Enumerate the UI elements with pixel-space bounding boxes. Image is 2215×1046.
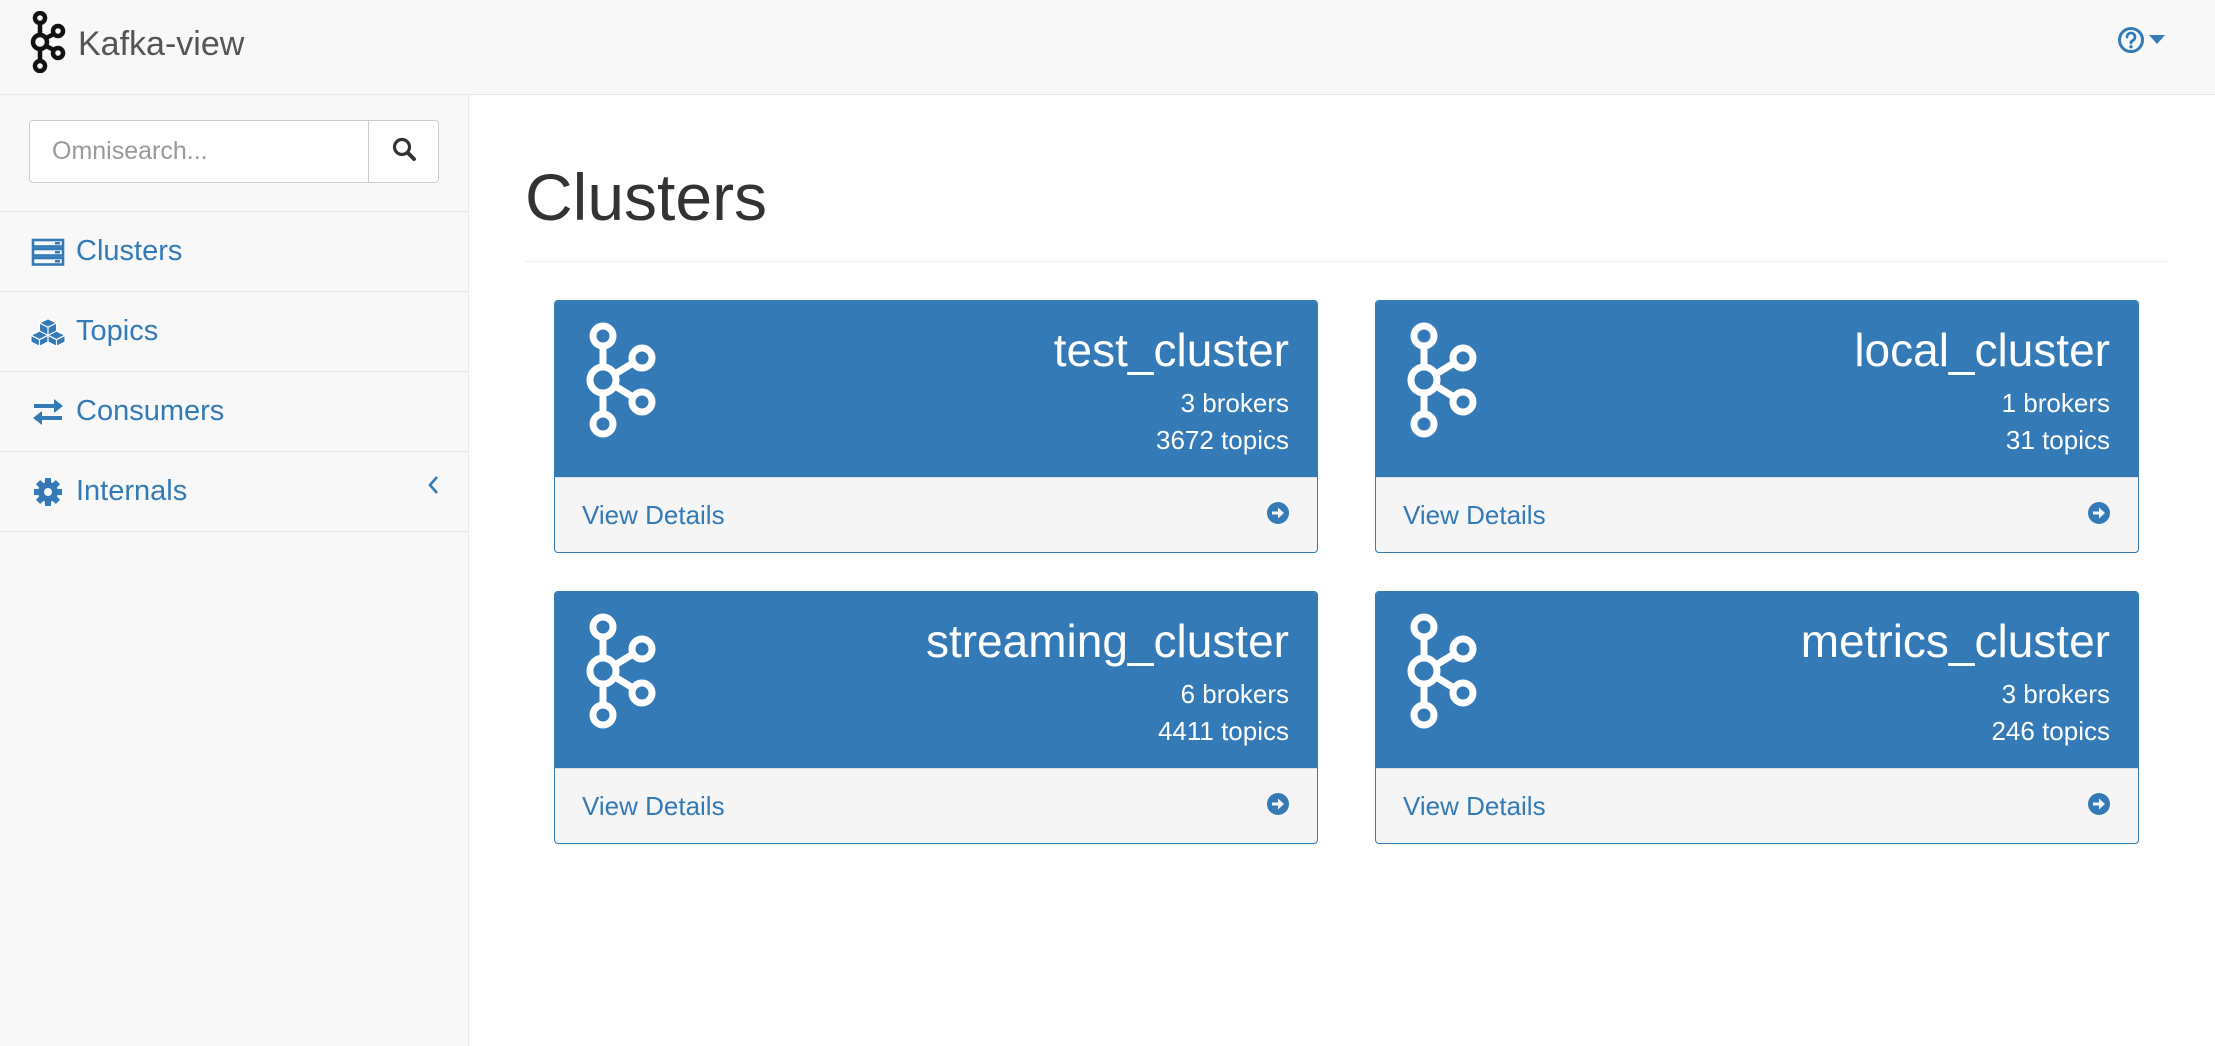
kafka-logo-icon (28, 10, 68, 78)
kafka-cluster-icon (1404, 612, 1480, 737)
view-details-link[interactable]: View Details (555, 477, 1317, 552)
exchange-icon (30, 394, 66, 430)
arrow-circle-right-icon (2087, 792, 2111, 821)
omnisearch-form (29, 120, 439, 183)
kafka-cluster-icon (1404, 321, 1480, 446)
view-details-link[interactable]: View Details (1376, 477, 2138, 552)
chevron-left-icon[interactable] (426, 474, 440, 501)
cluster-panel-metrics-cluster: metrics_cluster 3 brokers 246 topics Vie… (1375, 591, 2139, 844)
kafka-cluster-icon (583, 321, 659, 446)
question-circle-icon (2117, 26, 2145, 54)
broker-count: 3 brokers (2001, 679, 2110, 709)
sidebar: Clusters Topi (0, 95, 469, 1046)
cluster-panel-local-cluster: local_cluster 1 brokers 31 topics View D… (1375, 300, 2139, 553)
cluster-name: test_cluster (1053, 324, 1289, 376)
panel-heading: local_cluster 1 brokers 31 topics (1376, 301, 2138, 477)
sidebar-nav: Clusters Topics Consumers Internals (0, 211, 468, 532)
help-dropdown[interactable] (2117, 26, 2165, 54)
kafka-cluster-icon (583, 612, 659, 737)
broker-count: 3 brokers (1180, 388, 1289, 418)
panel-heading: streaming_cluster 6 brokers 4411 topics (555, 592, 1317, 768)
topic-count: 4411 topics (1157, 716, 1289, 746)
view-details-link[interactable]: View Details (555, 768, 1317, 843)
sidebar-item-label: Internals (76, 475, 188, 507)
view-details-label: View Details (582, 791, 725, 821)
gear-icon (30, 474, 66, 510)
topic-count: 3672 topics (1156, 425, 1289, 455)
cluster-name: metrics_cluster (1800, 615, 2110, 667)
cubes-icon (30, 314, 66, 350)
app-title: Kafka-view (78, 24, 245, 63)
sidebar-item-label: Consumers (76, 395, 225, 427)
sidebar-item-label: Clusters (76, 235, 183, 267)
broker-count: 6 brokers (1180, 679, 1289, 709)
sidebar-item-internals[interactable]: Internals (0, 451, 468, 532)
search-icon (391, 136, 417, 167)
broker-count: 1 brokers (2001, 388, 2110, 418)
view-details-link[interactable]: View Details (1376, 768, 2138, 843)
title-divider (525, 261, 2168, 262)
search-input[interactable] (29, 120, 369, 183)
cluster-name: streaming_cluster (925, 615, 1289, 667)
panel-heading: metrics_cluster 3 brokers 246 topics (1376, 592, 2138, 768)
view-details-label: View Details (1403, 791, 1546, 821)
sidebar-item-clusters[interactable]: Clusters (0, 211, 468, 291)
sidebar-item-consumers[interactable]: Consumers (0, 371, 468, 451)
page-title: Clusters (525, 160, 768, 234)
arrow-circle-right-icon (1266, 501, 1290, 530)
topic-count: 31 topics (2005, 425, 2110, 455)
arrow-circle-right-icon (2087, 501, 2111, 530)
brand[interactable]: Kafka-view (28, 10, 245, 74)
view-details-label: View Details (1403, 500, 1546, 530)
cluster-panel-test-cluster: test_cluster 3 brokers 3672 topics View … (554, 300, 1318, 553)
panel-heading: test_cluster 3 brokers 3672 topics (555, 301, 1317, 477)
caret-down-icon (2149, 35, 2165, 45)
search-button[interactable] (369, 120, 439, 183)
top-navbar: Kafka-view (0, 0, 2215, 95)
cluster-name: local_cluster (1854, 324, 2110, 376)
view-details-label: View Details (582, 500, 725, 530)
sidebar-item-label: Topics (76, 315, 159, 347)
topic-count: 246 topics (1991, 716, 2110, 746)
arrow-circle-right-icon (1266, 792, 1290, 821)
cluster-panel-streaming-cluster: streaming_cluster 6 brokers 4411 topics … (554, 591, 1318, 844)
server-icon (30, 234, 66, 270)
sidebar-item-topics[interactable]: Topics (0, 291, 468, 371)
